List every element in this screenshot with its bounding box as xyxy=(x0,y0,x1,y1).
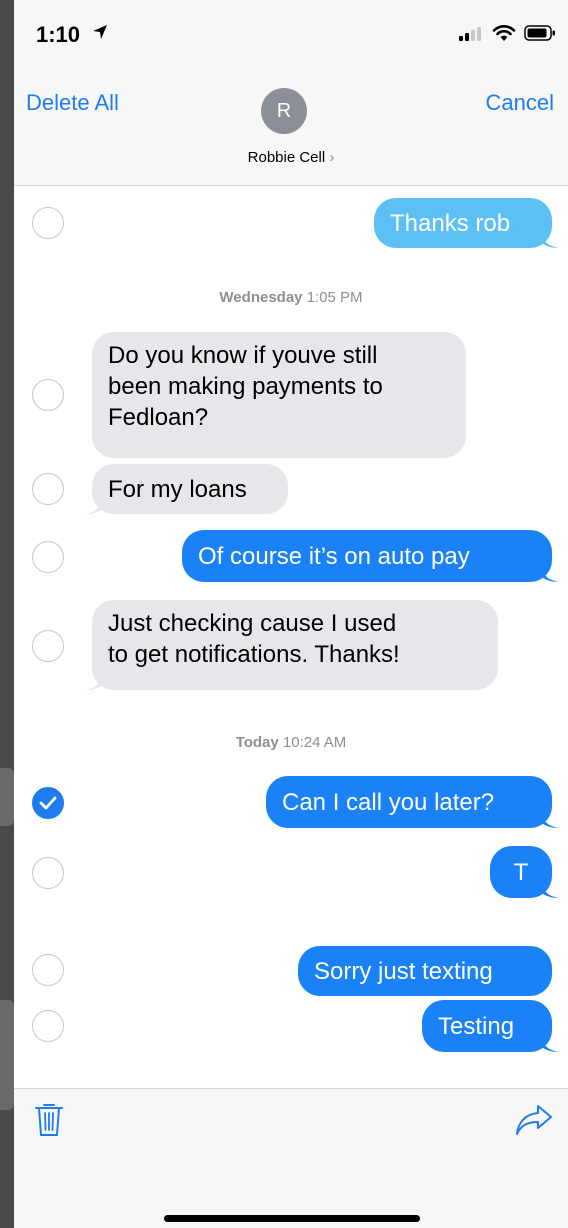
bubble-tail xyxy=(539,806,559,828)
message-row[interactable]: Sorry just texting xyxy=(14,946,568,1000)
timestamp-day: Wednesday xyxy=(219,289,303,306)
messages-screen: 1:10 Delete All R Robbie Cell › Cancel T… xyxy=(14,0,568,1228)
select-circle[interactable] xyxy=(32,630,64,662)
cancel-button[interactable]: Cancel xyxy=(486,90,554,116)
message-bubble-incoming[interactable]: For my loans xyxy=(85,464,288,514)
bubble-tail xyxy=(539,560,559,582)
message-text-line: Fedloan? xyxy=(108,404,209,431)
bubble-tail xyxy=(539,226,559,248)
location-arrow-icon xyxy=(93,25,107,39)
message-bubble-outgoing[interactable]: Testing xyxy=(422,1000,559,1052)
message-text: Of course it’s on auto pay xyxy=(198,542,470,570)
timestamp-time: 1:05 PM xyxy=(306,289,363,306)
timestamp-day: Today xyxy=(235,734,279,751)
bubble-tail xyxy=(85,668,105,690)
timestamp: Today 10:24 AM xyxy=(14,734,568,751)
nav-header: 1:10 Delete All R Robbie Cell › Cancel xyxy=(14,0,568,186)
timestamp: Wednesday 1:05 PM xyxy=(14,289,568,306)
contact-name: Robbie Cell xyxy=(247,149,326,166)
message-row[interactable]: Testing xyxy=(14,1000,568,1054)
battery-icon xyxy=(524,25,555,41)
select-circle[interactable] xyxy=(32,473,64,505)
share-forward-icon[interactable] xyxy=(514,1103,554,1137)
message-bubble-outgoing[interactable]: Thanks rob xyxy=(374,198,559,248)
select-circle[interactable] xyxy=(32,1010,64,1042)
message-bubble-outgoing[interactable]: Sorry just texting xyxy=(298,946,552,996)
home-indicator[interactable] xyxy=(164,1215,420,1222)
message-text: For my loans xyxy=(108,475,247,503)
message-bubble-incoming[interactable]: Do you know if youve still been making p… xyxy=(92,332,466,458)
background-app-fragment xyxy=(0,1000,14,1110)
select-circle[interactable] xyxy=(32,857,64,889)
cellular-signal-icon xyxy=(459,27,481,41)
bubble-tail xyxy=(539,876,559,898)
message-text: Thanks rob xyxy=(390,209,511,237)
message-row[interactable]: Of course it’s on auto pay xyxy=(14,530,568,584)
delete-all-button[interactable]: Delete All xyxy=(26,90,119,116)
chevron-right-icon: › xyxy=(329,149,335,166)
message-text: T xyxy=(513,858,529,886)
message-bubble-outgoing[interactable]: Of course it’s on auto pay xyxy=(182,530,559,582)
message-text: Can I call you later? xyxy=(282,788,495,816)
contact-avatar[interactable]: R xyxy=(261,88,307,134)
select-circle[interactable] xyxy=(32,207,64,239)
message-row[interactable]: Just checking cause I used to get notifi… xyxy=(14,600,568,690)
select-circle[interactable] xyxy=(32,954,64,986)
trash-icon[interactable] xyxy=(34,1101,64,1137)
message-bubble-outgoing[interactable]: Can I call you later? xyxy=(266,776,559,828)
left-edge-background xyxy=(0,0,14,1228)
message-row[interactable]: Do you know if youve still been making p… xyxy=(14,332,568,458)
contact-name-button[interactable]: Robbie Cell › xyxy=(14,149,568,166)
message-row[interactable]: Thanks rob xyxy=(14,198,568,252)
status-time: 1:10 xyxy=(36,22,81,47)
message-row[interactable]: Can I call you later? xyxy=(14,776,568,830)
message-bubble-incoming[interactable]: Just checking cause I used to get notifi… xyxy=(85,600,498,690)
avatar-initial: R xyxy=(276,99,292,122)
bubble-tail xyxy=(539,1030,559,1052)
select-circle[interactable] xyxy=(32,541,64,573)
edit-toolbar xyxy=(14,1088,568,1228)
message-text: Testing xyxy=(438,1012,515,1040)
bubble-tail xyxy=(85,492,105,514)
message-row[interactable]: T xyxy=(14,846,568,900)
background-app-fragment xyxy=(0,768,14,826)
wifi-icon xyxy=(492,25,516,41)
message-bubble-outgoing[interactable]: T xyxy=(490,846,559,898)
checkmark-icon xyxy=(39,796,57,810)
select-circle[interactable] xyxy=(32,379,64,411)
timestamp-time: 10:24 AM xyxy=(282,734,347,751)
message-text-line: been making payments to xyxy=(108,373,383,400)
message-row[interactable]: For my loans xyxy=(14,464,568,516)
status-icons xyxy=(458,24,556,42)
message-text: Sorry just texting xyxy=(314,957,493,985)
message-text-line: to get notifications. Thanks! xyxy=(108,641,400,668)
message-text-line: Just checking cause I used xyxy=(108,610,397,637)
select-circle-checked[interactable] xyxy=(32,787,64,819)
message-text-line: Do you know if youve still xyxy=(108,342,378,369)
